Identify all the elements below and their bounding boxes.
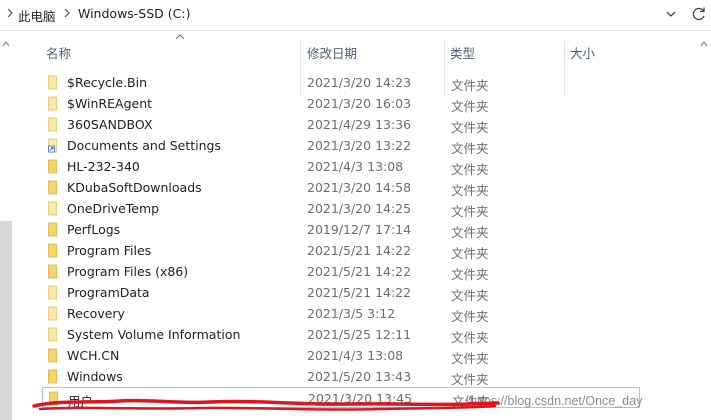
file-type: 文件夹	[451, 288, 489, 303]
file-name: Recovery	[67, 306, 125, 321]
file-row[interactable]: Recovery 2021/3/5 3:12 文件夹	[42, 303, 640, 324]
file-modified: 2021/5/21 14:22	[307, 285, 412, 300]
navigation-pane-scrollbar[interactable]	[0, 221, 12, 420]
file-row[interactable]: HL-232-340 2021/4/3 13:08 文件夹	[42, 156, 640, 177]
file-type: 文件夹	[451, 78, 489, 93]
file-modified: 2021/3/20 14:23	[307, 75, 412, 90]
file-type: 文件夹	[451, 225, 489, 240]
folder-icon	[48, 327, 57, 342]
breadcrumb-this-pc[interactable]: 此电脑	[18, 6, 56, 25]
file-row[interactable]: PerfLogs 2019/12/7 17:14 文件夹	[42, 219, 640, 240]
scroll-up-arrow-icon[interactable]	[1, 39, 11, 49]
file-name: Program Files (x86)	[67, 264, 189, 279]
scroll-up-arrow-icon[interactable]	[699, 39, 709, 49]
file-name: OneDriveTemp	[67, 201, 160, 216]
file-row[interactable]: ProgramData 2021/5/21 14:22 文件夹	[42, 282, 640, 303]
file-name: PerfLogs	[67, 222, 121, 237]
chevron-right-icon	[64, 8, 70, 18]
folder-icon	[48, 264, 57, 279]
folder-icon	[48, 222, 57, 237]
file-name: HL-232-340	[67, 159, 140, 174]
column-name[interactable]: 名称	[46, 43, 71, 62]
file-name: $WinREAgent	[67, 96, 153, 111]
refresh-icon[interactable]	[690, 5, 708, 23]
folder-icon	[48, 306, 57, 321]
file-type: 文件夹	[451, 141, 489, 156]
file-row[interactable]: System Volume Information 2021/5/25 12:1…	[42, 324, 640, 345]
file-type: 文件夹	[451, 120, 489, 135]
file-row[interactable]: WCH.CN 2021/4/3 13:08 文件夹	[42, 345, 640, 366]
file-modified: 2021/4/3 13:08	[307, 348, 404, 363]
file-name: $Recycle.Bin	[67, 75, 148, 90]
folder-icon	[48, 348, 57, 363]
file-modified: 2021/5/25 12:11	[307, 327, 412, 342]
vertical-scrollbar[interactable]	[698, 31, 711, 420]
folder-icon	[48, 285, 57, 300]
file-type: 文件夹	[451, 183, 489, 198]
file-modified: 2021/3/20 13:45	[308, 391, 413, 406]
file-type: 文件夹	[451, 99, 489, 114]
file-name: Documents and Settings	[67, 138, 222, 153]
folder-icon	[48, 180, 57, 195]
chevron-down-icon[interactable]	[664, 7, 678, 21]
file-name: Windows	[67, 369, 123, 384]
folder-icon	[48, 369, 57, 384]
file-row[interactable]: $WinREAgent 2021/3/20 16:03 文件夹	[42, 93, 640, 114]
chevron-right-icon	[7, 8, 13, 18]
file-row[interactable]: Program Files (x86) 2021/5/21 14:22 文件夹	[42, 261, 640, 282]
file-modified: 2021/5/21 14:22	[307, 264, 412, 279]
file-modified: 2021/3/5 3:12	[307, 306, 396, 321]
file-row[interactable]: Documents and Settings 2021/3/20 13:22 文…	[42, 135, 640, 156]
breadcrumb-drive[interactable]: Windows-SSD (C:)	[78, 6, 190, 21]
file-row[interactable]: Windows 2021/5/20 13:43 文件夹	[42, 366, 640, 387]
file-row[interactable]: KDubaSoftDownloads 2021/3/20 14:58 文件夹	[42, 177, 640, 198]
file-name: Program Files	[67, 243, 152, 258]
file-modified: 2021/4/3 13:08	[307, 159, 404, 174]
column-type[interactable]: 类型	[450, 43, 475, 62]
file-modified: 2021/3/20 16:03	[307, 96, 412, 111]
file-type: 文件夹	[451, 204, 489, 219]
folder-icon	[48, 201, 57, 216]
file-name: 用户	[68, 394, 94, 409]
file-type: 文件夹	[451, 162, 489, 177]
folder-icon	[49, 391, 58, 406]
file-name: WCH.CN	[67, 348, 120, 363]
folder-icon	[48, 117, 57, 132]
watermark-text: https://blog.csdn.net/Once_day	[470, 394, 643, 408]
folder-icon	[48, 96, 57, 111]
file-modified: 2021/3/20 13:22	[307, 138, 412, 153]
file-name: System Volume Information	[67, 327, 241, 342]
file-type: 文件夹	[451, 309, 489, 324]
file-row[interactable]: Program Files 2021/5/21 14:22 文件夹	[42, 240, 640, 261]
column-header: 名称 修改日期 类型 大小	[12, 31, 698, 95]
file-modified: 2021/4/29 13:36	[307, 117, 412, 132]
file-name: KDubaSoftDownloads	[67, 180, 202, 195]
file-name: 360SANDBOX	[67, 117, 153, 132]
file-type: 文件夹	[451, 351, 489, 366]
file-type: 文件夹	[451, 330, 489, 345]
file-modified: 2021/3/20 14:25	[307, 201, 412, 216]
column-size[interactable]: 大小	[570, 43, 595, 62]
folder-icon	[48, 159, 57, 174]
file-modified: 2021/5/21 14:22	[307, 243, 412, 258]
navigation-pane[interactable]: m	[0, 31, 12, 420]
folder-icon	[48, 243, 57, 258]
file-modified: 2019/12/7 17:14	[307, 222, 412, 237]
file-type: 文件夹	[451, 372, 489, 387]
file-name: ProgramData	[67, 285, 150, 300]
file-modified: 2021/5/20 13:43	[307, 369, 412, 384]
file-row[interactable]: $Recycle.Bin 2021/3/20 14:23 文件夹	[42, 72, 640, 93]
column-modified[interactable]: 修改日期	[307, 43, 357, 62]
folder-icon	[48, 75, 57, 90]
file-row[interactable]: OneDriveTemp 2021/3/20 14:25 文件夹	[42, 198, 640, 219]
file-type: 文件夹	[451, 246, 489, 261]
file-modified: 2021/3/20 14:58	[307, 180, 412, 195]
sort-ascending-icon	[175, 34, 185, 40]
shortcut-folder-icon	[48, 138, 57, 153]
file-row[interactable]: 360SANDBOX 2021/4/29 13:36 文件夹	[42, 114, 640, 135]
address-bar[interactable]: 此电脑 Windows-SSD (C:)	[0, 0, 711, 31]
file-type: 文件夹	[451, 267, 489, 282]
